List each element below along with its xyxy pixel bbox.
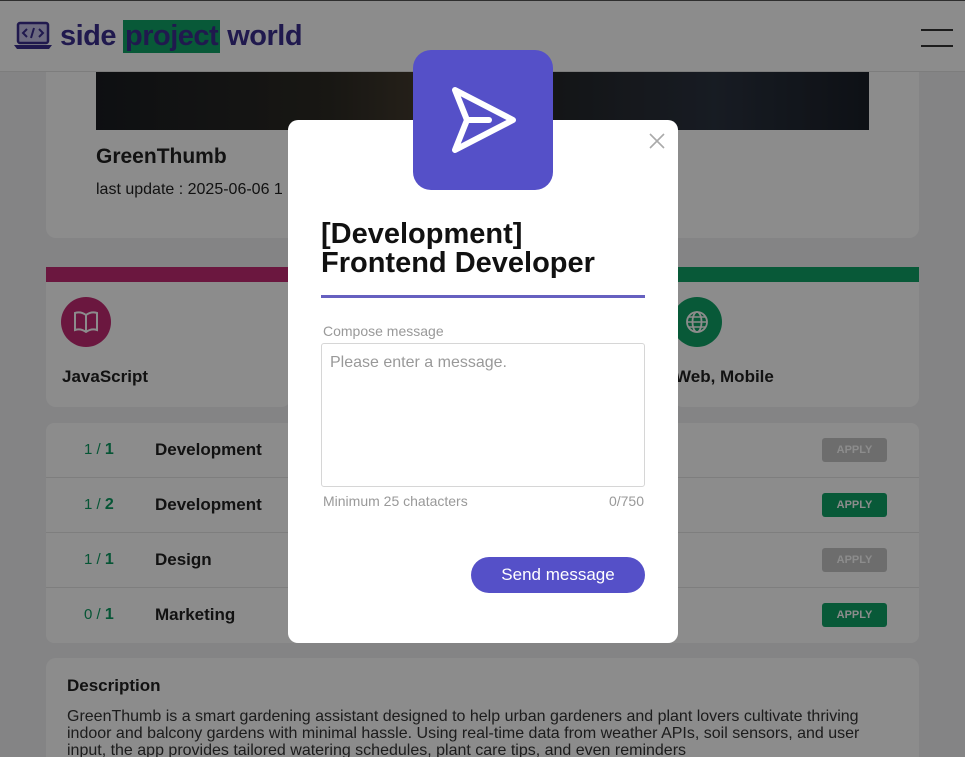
minimum-hint: Minimum 25 chatacters	[323, 493, 468, 509]
close-icon[interactable]	[648, 132, 666, 150]
send-message-button[interactable]: Send message	[471, 557, 645, 593]
modal-title-category: [Development]	[321, 218, 523, 250]
character-counter: 0/750	[608, 493, 644, 509]
send-icon	[413, 50, 553, 190]
title-divider	[321, 295, 645, 298]
modal-title-role: Frontend Developer	[321, 247, 595, 279]
message-input[interactable]	[321, 343, 645, 487]
modal-title: [Development] Frontend Developer	[321, 220, 651, 278]
compose-label: Compose message	[323, 323, 444, 339]
message-modal: [Development] Frontend Developer Compose…	[288, 120, 678, 643]
